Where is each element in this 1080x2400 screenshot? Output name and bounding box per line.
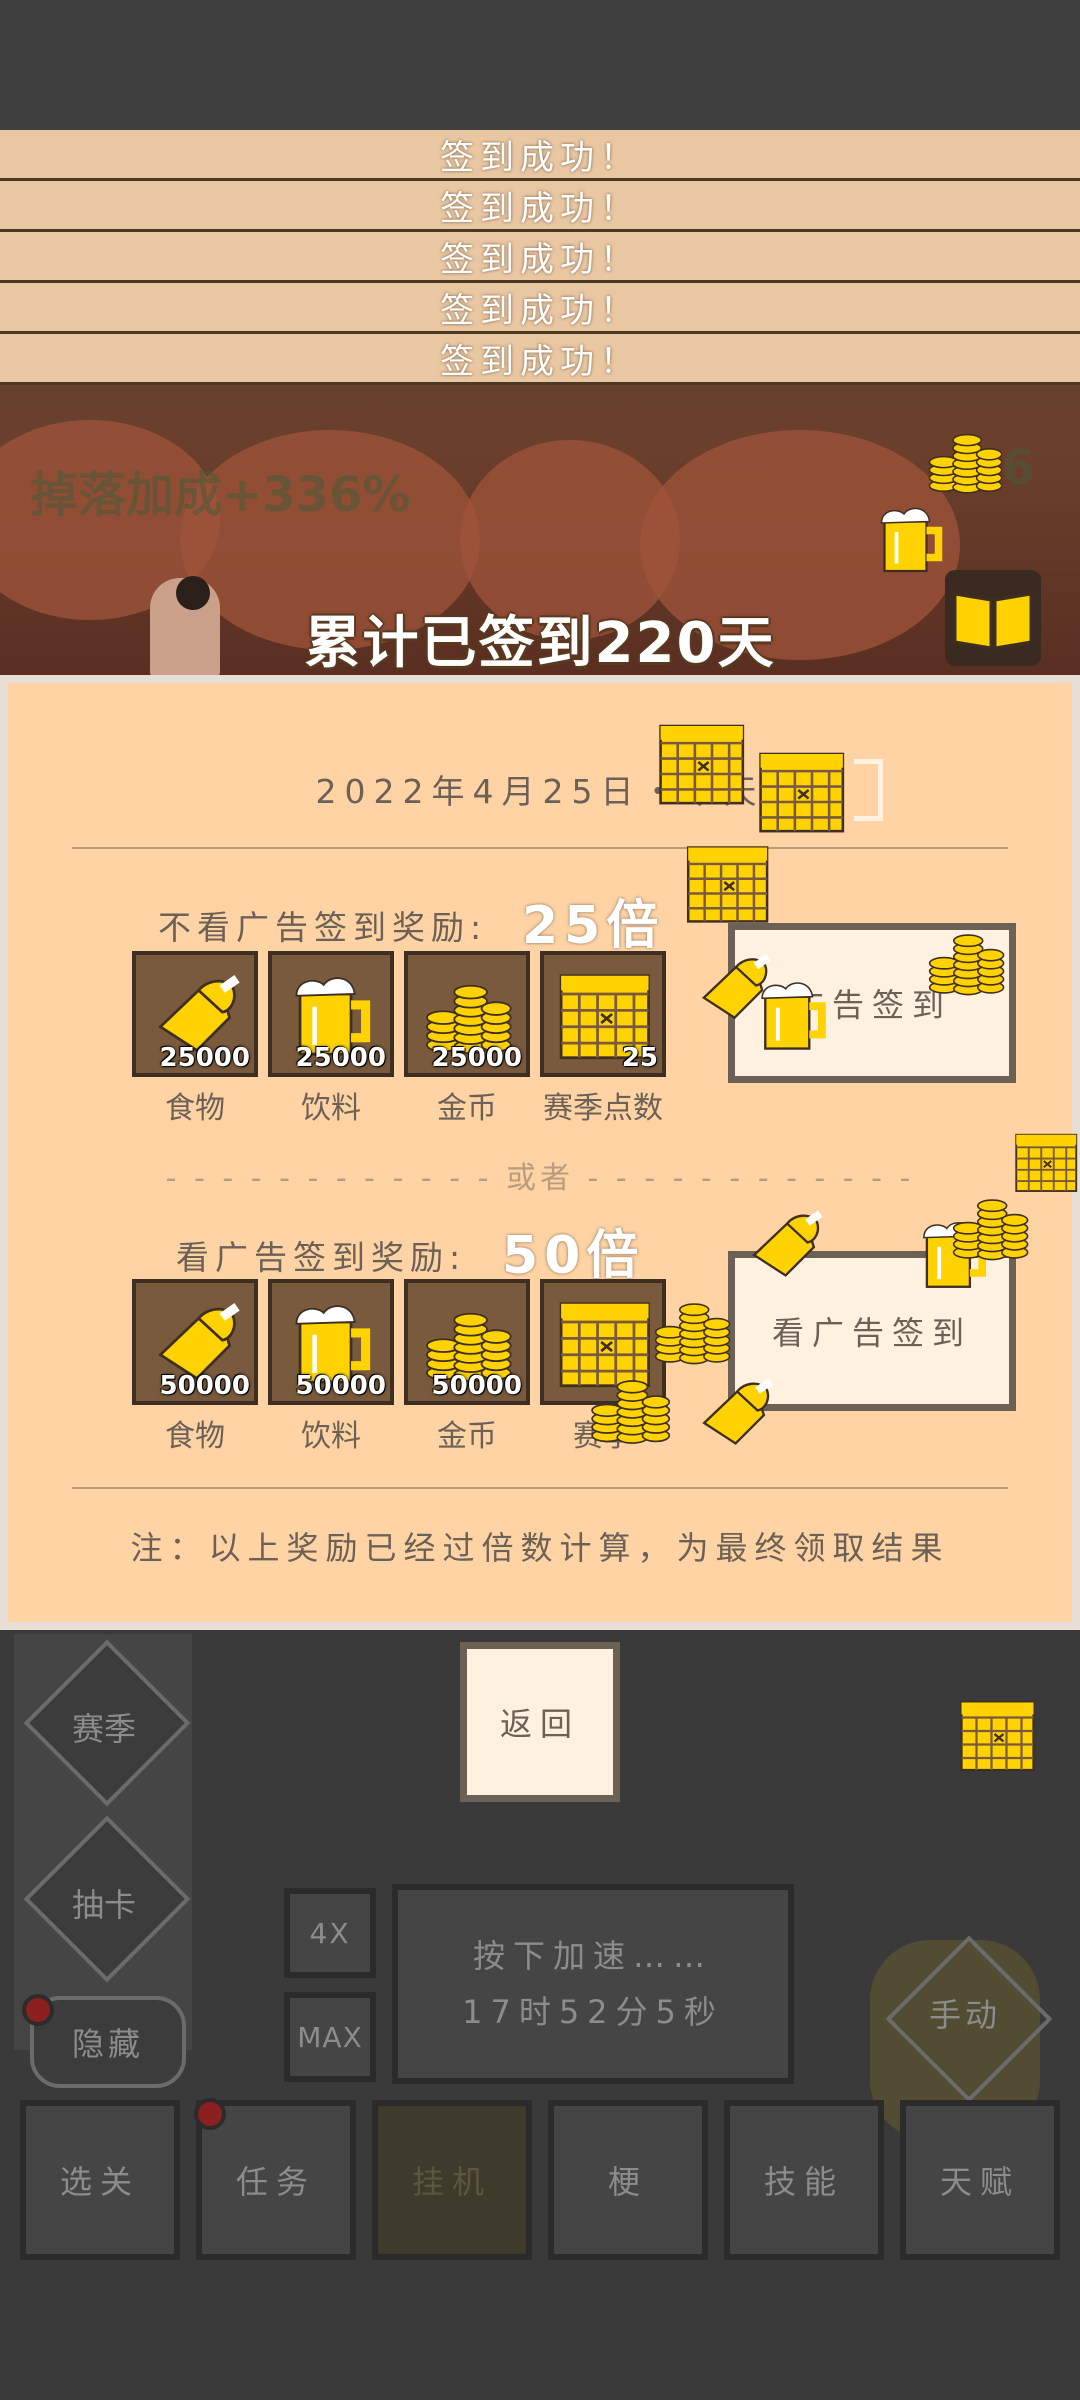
flying-beer-icon <box>868 496 952 584</box>
toast-message: 签到成功！ <box>0 334 1080 385</box>
toast-message: 签到成功！ <box>0 232 1080 283</box>
flying-calendar-icon <box>652 714 748 814</box>
divider <box>72 1487 1008 1489</box>
season-button-label[interactable]: 赛季 <box>24 1704 184 1750</box>
hold-to-speed-button[interactable]: 按下加速…… 17时52分5秒 <box>392 1884 794 2084</box>
reward-label: 金币 <box>437 1091 497 1126</box>
signin-streak-text: 累计已签到220天 <box>304 611 776 676</box>
top-status-area <box>0 0 1080 130</box>
flying-meat-icon <box>690 1368 778 1460</box>
reward-slot-food: 50000 <box>132 1279 258 1405</box>
speed-max-button[interactable]: MAX <box>284 1992 376 2082</box>
nav-select-stage[interactable]: 选关 <box>20 2100 180 2260</box>
date-text: 2022年4月25日・今天 <box>315 772 765 811</box>
dash-right: - - - - - - - - - - - - <box>574 1161 915 1196</box>
reward-label: 饮料 <box>301 1091 361 1126</box>
reward-label: 食物 <box>165 1091 225 1126</box>
nav-talents[interactable]: 天赋 <box>900 2100 1060 2260</box>
no-ad-multiplier: 25倍 <box>522 896 665 956</box>
divider <box>72 847 1008 849</box>
reward-qty: 25 <box>621 1043 658 1073</box>
dash-left: - - - - - - - - - - - - <box>165 1161 506 1196</box>
flying-calendar-icon <box>954 1692 1038 1780</box>
reward-slot-season: 25 <box>540 951 666 1077</box>
flying-calendar-icon <box>752 742 848 842</box>
nav-label: 梗 <box>607 2163 648 2201</box>
speed-timer: 17时52分5秒 <box>462 1993 724 2031</box>
speed-4x-button[interactable]: 4X <box>284 1888 376 1978</box>
flying-meat-icon <box>740 1200 828 1292</box>
or-text: 或者 <box>506 1161 574 1196</box>
speed-max-label: MAX <box>297 2020 363 2054</box>
nav-label: 天赋 <box>939 2163 1020 2201</box>
signin-panel: 2022年4月25日・今天 不看广告签到奖励: 25倍 25000 25000 … <box>0 675 1080 1630</box>
reward-slot-coins: 50000 <box>404 1279 530 1405</box>
reward-label: 赛季点数 <box>543 1091 663 1126</box>
flying-coins-icon <box>944 1180 1034 1274</box>
reward-qty: 50000 <box>295 1371 386 1401</box>
ad-multiplier: 50倍 <box>502 1226 645 1286</box>
toast-message: 签到成功！ <box>0 181 1080 232</box>
ad-reward-label: 看广告签到奖励: <box>176 1238 467 1277</box>
reward-qty: 50000 <box>431 1371 522 1401</box>
reward-slot-drink: 25000 <box>268 951 394 1077</box>
hide-button-label: 隐藏 <box>71 2025 144 2063</box>
drop-bonus-text: 掉落加成+336% <box>30 467 411 523</box>
back-button[interactable]: 返回 <box>460 1642 620 1802</box>
signin-ad-label: 看广告签到 <box>771 1314 972 1352</box>
nav-label: 选关 <box>59 2163 140 2201</box>
manual-button-label[interactable]: 手动 <box>890 1990 1040 2036</box>
toast-message: 签到成功！ <box>0 283 1080 334</box>
reward-qty: 25000 <box>159 1043 250 1073</box>
speed-hint: 按下加速…… <box>472 1937 713 1975</box>
reward-qty: 50000 <box>159 1371 250 1401</box>
nav-skills[interactable]: 技能 <box>724 2100 884 2260</box>
notification-dot <box>194 2098 226 2130</box>
flying-coins-icon <box>920 915 1010 1009</box>
date-box-edge <box>854 759 883 821</box>
flying-calendar-icon <box>680 836 772 932</box>
speed-4x-label: 4X <box>309 1916 351 1950</box>
nav-meme[interactable]: 梗 <box>548 2100 708 2260</box>
reward-qty: 25000 <box>431 1043 522 1073</box>
flying-coins-icon <box>920 415 1008 507</box>
toast-message: 签到成功！ <box>0 130 1080 181</box>
back-button-label: 返回 <box>499 1705 580 1743</box>
draw-card-button-label[interactable]: 抽卡 <box>24 1880 184 1926</box>
reward-label: 金币 <box>437 1419 497 1454</box>
no-ad-reward-label: 不看广告签到奖励: <box>158 908 488 947</box>
nav-idle[interactable]: 挂机 <box>372 2100 532 2260</box>
or-divider: - - - - - - - - - - - - 或者 - - - - - - -… <box>80 1153 1000 1197</box>
reward-label: 食物 <box>165 1419 225 1454</box>
nav-label: 技能 <box>763 2163 844 2201</box>
notification-dot <box>22 1994 54 2026</box>
flying-beer-icon <box>748 970 836 1062</box>
reward-qty: 25000 <box>295 1043 386 1073</box>
reward-slot-food: 25000 <box>132 951 258 1077</box>
note-text: 注：以上奖励已经过倍数计算，为最终领取结果 <box>130 1529 950 1567</box>
reward-slot-coins: 25000 <box>404 951 530 1077</box>
reward-slot-drink: 50000 <box>268 1279 394 1405</box>
reward-label: 饮料 <box>301 1419 361 1454</box>
flying-coins-icon <box>582 1360 676 1458</box>
nav-label: 挂机 <box>411 2163 492 2201</box>
nav-label: 任务 <box>235 2163 316 2201</box>
